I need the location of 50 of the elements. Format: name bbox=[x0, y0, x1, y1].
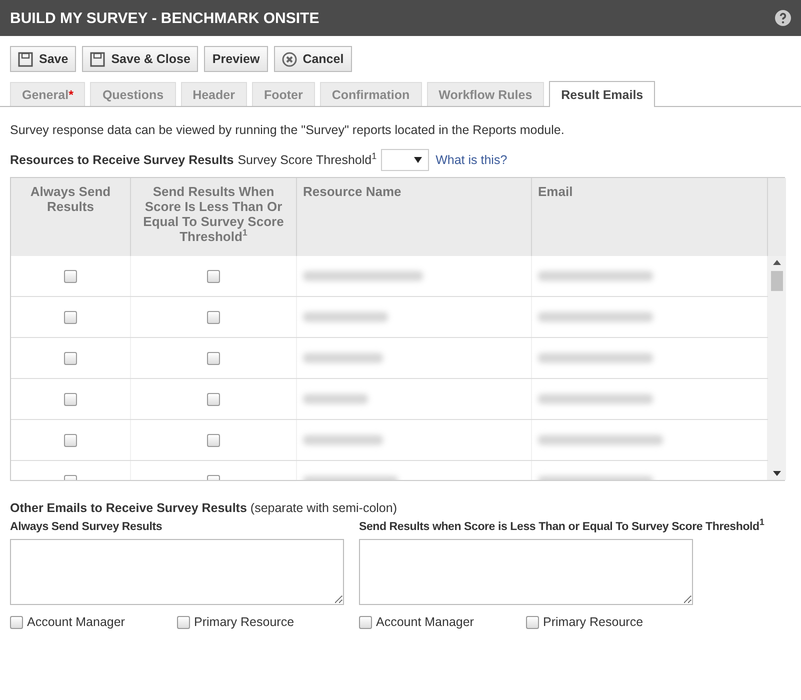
checkbox[interactable] bbox=[177, 616, 190, 628]
email-field[interactable] bbox=[359, 539, 693, 605]
column-header: Resource Name bbox=[297, 178, 532, 256]
checkbox-label: Account Manager bbox=[27, 615, 125, 629]
section-heading: Resources to Receive Survey Results bbox=[10, 153, 234, 167]
checkbox[interactable] bbox=[207, 270, 220, 282]
blurred-text bbox=[303, 394, 368, 404]
checkbox[interactable] bbox=[359, 616, 372, 628]
field-label: Always Send Survey Results bbox=[10, 521, 162, 535]
checkbox[interactable] bbox=[207, 310, 220, 324]
hint-text: (separate with semi-colon) bbox=[250, 501, 397, 515]
checkbox-label: Primary Resource bbox=[543, 615, 644, 629]
threshold-label: Survey Score Threshold$^{1}$ bbox=[238, 153, 377, 167]
checkbox[interactable] bbox=[526, 616, 539, 628]
checkbox-label: Primary Resource bbox=[194, 615, 294, 629]
column-header: Send Results When Score Is Less Than Or Equal To Survey Score Threshold$^{1}$ bbox=[131, 178, 297, 256]
email-field[interactable] bbox=[10, 539, 344, 605]
toolbar-button[interactable]: Cancel bbox=[274, 46, 352, 72]
scroll-down-icon[interactable] bbox=[773, 471, 781, 476]
help-icon[interactable] bbox=[775, 10, 791, 26]
help-link[interactable]: What is this? bbox=[436, 153, 508, 167]
toolbar-button[interactable]: Save & Close bbox=[82, 46, 198, 72]
cancel-icon bbox=[282, 52, 297, 66]
checkbox[interactable] bbox=[207, 392, 220, 406]
scrollbar[interactable] bbox=[768, 256, 786, 480]
threshold-dropdown[interactable] bbox=[380, 149, 429, 171]
tab[interactable]: General* bbox=[10, 82, 86, 106]
checkbox[interactable] bbox=[64, 270, 77, 282]
checkbox[interactable] bbox=[207, 434, 220, 446]
toolbar-button[interactable]: Preview bbox=[204, 46, 268, 72]
caret-icon bbox=[414, 157, 422, 163]
checkbox-label: Account Manager bbox=[376, 615, 474, 629]
section-heading: Other Emails to Receive Survey Results bbox=[10, 501, 247, 515]
toolbar-button[interactable]: Save bbox=[10, 46, 76, 72]
checkbox[interactable] bbox=[64, 434, 77, 446]
checkbox[interactable] bbox=[10, 616, 23, 628]
checkbox[interactable] bbox=[64, 310, 77, 324]
save-icon bbox=[90, 52, 106, 66]
checkbox[interactable] bbox=[207, 352, 220, 364]
scroll-up-icon[interactable] bbox=[773, 260, 781, 265]
checkbox[interactable] bbox=[64, 392, 77, 406]
column-header: Email bbox=[532, 178, 768, 256]
checkbox[interactable] bbox=[64, 352, 77, 364]
field-label: Send Results when Score is Less Than or Equal To Survey Score Threshold$^{1}$ bbox=[359, 521, 764, 535]
tab[interactable]: Result Emails bbox=[549, 81, 656, 107]
scroll-thumb[interactable] bbox=[771, 271, 783, 291]
save-icon bbox=[18, 52, 33, 66]
column-header: Always Send Results bbox=[11, 178, 131, 256]
info-text: Survey response data can be viewed by running the "Survey" reports located in the Reports module. bbox=[10, 123, 566, 137]
window-title: BUILD MY SURVEY - BENCHMARK ONSITE bbox=[10, 10, 320, 26]
